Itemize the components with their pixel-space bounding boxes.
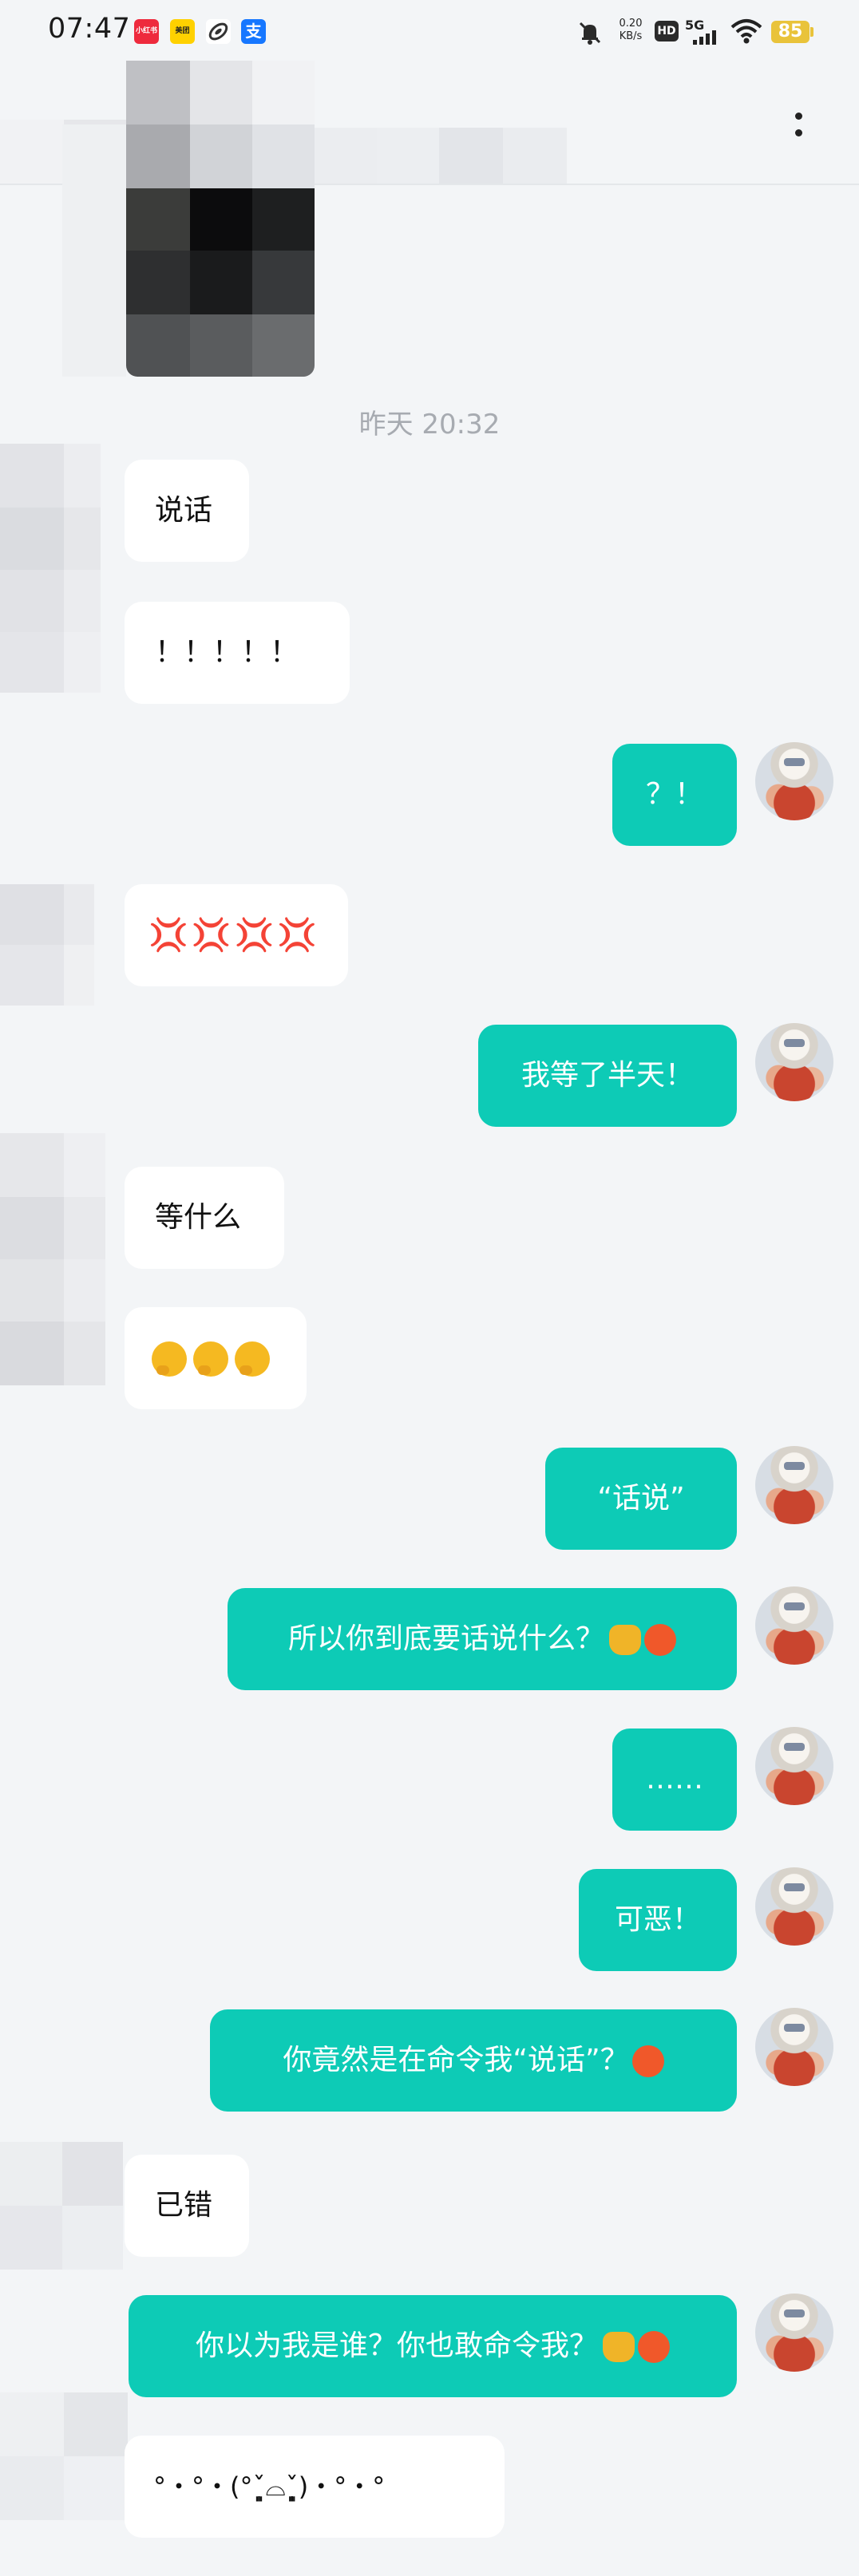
- outgoing-message[interactable]: 所以你到底要话说什么？: [228, 1588, 737, 1690]
- outgoing-message[interactable]: 我等了半天！: [478, 1025, 737, 1127]
- fist-emoji-icon: [609, 1625, 641, 1655]
- outgoing-message[interactable]: “话说”: [545, 1448, 737, 1550]
- angry-face-icon: [638, 2331, 670, 2363]
- message-text: “话说”: [597, 1482, 685, 1515]
- outgoing-message[interactable]: ？！: [612, 744, 737, 846]
- network-speed-unit: KB/s: [619, 30, 643, 42]
- message-text: ？！: [645, 778, 703, 811]
- battery-tip: [810, 27, 813, 37]
- message-text: 所以你到底要话说什么？: [287, 1622, 604, 1655]
- xiaohongshu-app-icon: 小红书: [134, 19, 159, 44]
- outgoing-message[interactable]: ……: [612, 1729, 737, 1831]
- incoming-avatar-blurred[interactable]: [0, 2392, 128, 2520]
- mute-bell-icon: [576, 19, 604, 46]
- anger-emoji: 💢💢💢💢: [148, 917, 321, 954]
- incoming-message[interactable]: 已错: [125, 2155, 249, 2257]
- message-text: 你以为我是谁？你也敢命令我？: [195, 2329, 598, 2362]
- message-text: ……: [646, 1763, 703, 1796]
- message-text: 已错: [155, 2189, 213, 2222]
- incoming-message[interactable]: 💢💢💢💢: [125, 884, 348, 986]
- message-text: 你竟然是在命令我“说话”？: [283, 2044, 629, 2076]
- signal-5g-icon: [691, 29, 723, 45]
- incoming-message[interactable]: [125, 1307, 307, 1409]
- outgoing-message[interactable]: 可恶！: [579, 1869, 737, 1971]
- incoming-avatar-blurred[interactable]: [0, 884, 94, 1006]
- thinking-face-icon: [235, 1341, 270, 1377]
- my-avatar[interactable]: [755, 1727, 833, 1805]
- blurred-image[interactable]: [126, 61, 315, 377]
- incoming-message[interactable]: °・°・(°ˇ̩̩̩̩̩̩͈⌓ˇ̩̩̩̩̩̩͈)・°・°: [125, 2436, 505, 2538]
- network-speed: 0.20 KB/s: [612, 18, 650, 43]
- chat-timestamp: 昨天 20:32: [358, 409, 501, 441]
- outgoing-message[interactable]: 你竟然是在命令我“说话”？: [210, 2009, 737, 2112]
- my-avatar[interactable]: [755, 1867, 833, 1946]
- wifi-icon: [730, 18, 763, 45]
- meituan-app-icon: 美团: [170, 19, 195, 44]
- my-avatar[interactable]: [755, 1586, 833, 1665]
- alipay-app-icon: 支: [241, 19, 266, 44]
- angry-face-icon: [631, 2045, 664, 2077]
- thinking-face-icon: [152, 1341, 187, 1377]
- blurred-image-edge: [62, 124, 126, 377]
- my-avatar[interactable]: [755, 2294, 833, 2372]
- status-time: 07:47: [48, 13, 131, 45]
- my-avatar[interactable]: [755, 742, 833, 820]
- my-avatar[interactable]: [755, 2008, 833, 2086]
- incoming-message[interactable]: ！！！！！: [125, 602, 350, 704]
- my-avatar[interactable]: [755, 1023, 833, 1101]
- more-options-icon[interactable]: [786, 105, 810, 145]
- outgoing-message[interactable]: 你以为我是谁？你也敢命令我？: [129, 2295, 737, 2397]
- my-avatar[interactable]: [755, 1446, 833, 1524]
- thinking-face-icon: [193, 1341, 228, 1377]
- angry-face-icon: [644, 1624, 676, 1656]
- message-text: 等什么: [155, 1201, 242, 1234]
- incoming-avatar-blurred[interactable]: [0, 444, 101, 693]
- battery-icon: 85: [771, 21, 810, 43]
- fist-emoji-icon: [603, 2332, 635, 2362]
- incoming-avatar-blurred[interactable]: [0, 2142, 123, 2270]
- status-bar: 07:47 小红书 美团 支 0.20 KB/s HD 5G 85: [0, 0, 859, 64]
- network-speed-value: 0.20: [619, 18, 643, 30]
- message-text: 说话: [155, 494, 213, 527]
- link-app-icon: [206, 19, 231, 44]
- message-text: ！！！！！: [155, 636, 299, 669]
- incoming-avatar-blurred[interactable]: [0, 1133, 105, 1385]
- incoming-message[interactable]: 等什么: [125, 1167, 284, 1269]
- message-text: 我等了半天！: [521, 1059, 694, 1092]
- message-text: °・°・(°ˇ̩̩̩̩̩̩͈⌓ˇ̩̩̩̩̩̩͈)・°・°: [153, 2471, 386, 2502]
- incoming-message[interactable]: 说话: [125, 460, 249, 562]
- message-text: 可恶！: [614, 1903, 701, 1936]
- hd-icon: HD: [655, 21, 679, 41]
